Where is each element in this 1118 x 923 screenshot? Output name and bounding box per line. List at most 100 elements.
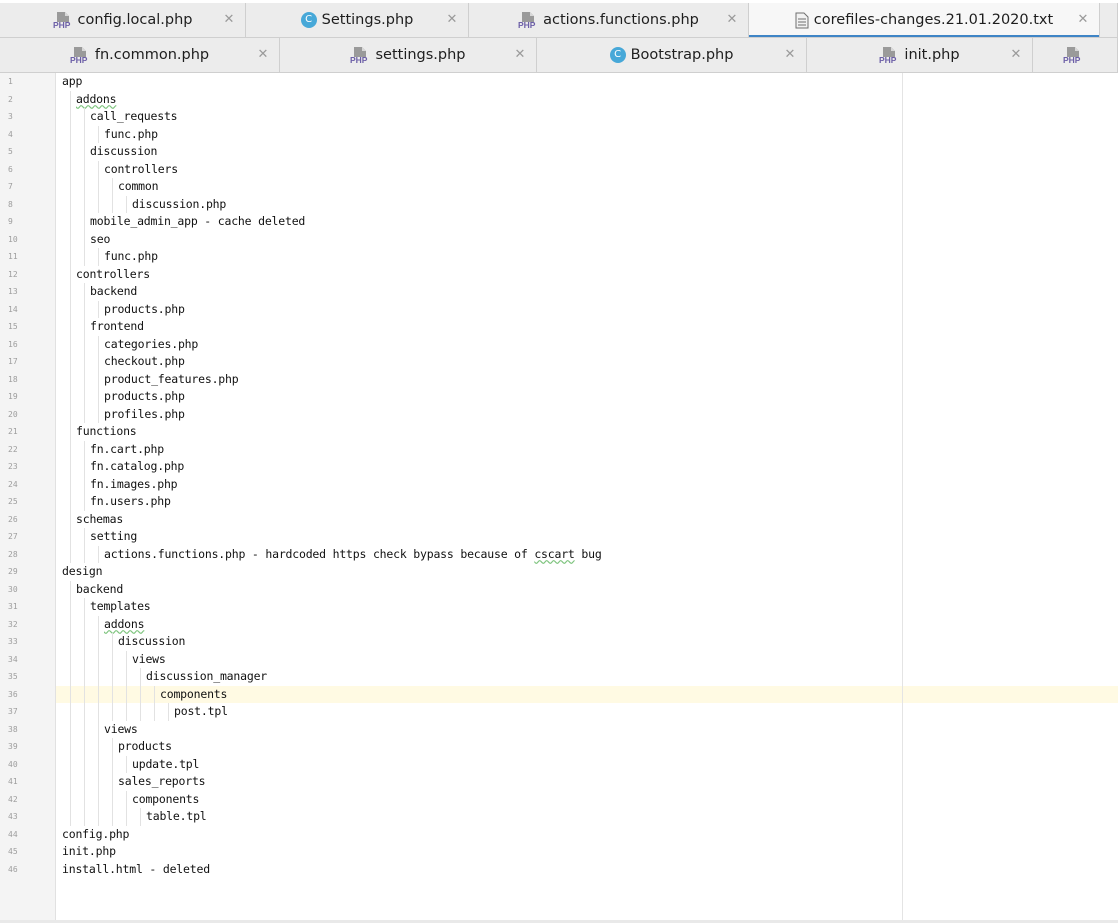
code-line[interactable]: 35 discussion_manager — [0, 668, 1118, 686]
code-line[interactable]: 18 product_features.php — [0, 370, 1118, 388]
indent-guide — [126, 790, 127, 808]
indent-guide — [98, 125, 99, 143]
line-number: 32 — [8, 619, 18, 629]
code-line[interactable]: 34 views — [0, 650, 1118, 668]
indent-guide — [84, 720, 85, 738]
line-number: 13 — [8, 287, 18, 296]
indent-guide — [140, 703, 141, 721]
close-icon[interactable]: ✕ — [221, 11, 237, 27]
line-number: 4 — [8, 129, 13, 139]
code-line[interactable]: 9 mobile_admin_app - cache deleted — [0, 213, 1118, 231]
code-line[interactable]: 16 categories.php — [0, 335, 1118, 353]
code-line[interactable]: 46 install.html - deleted — [0, 861, 1118, 879]
tab-actions-functions-php[interactable]: PHP actions.functions.php ✕ — [469, 3, 749, 37]
code-line[interactable]: 26 schemas — [0, 510, 1118, 528]
indent-guide — [70, 108, 71, 126]
code-text: post.tpl — [174, 704, 228, 718]
close-icon[interactable]: ✕ — [512, 46, 528, 62]
code-line[interactable]: 41 sales_reports — [0, 773, 1118, 791]
code-text: backend — [76, 581, 124, 596]
indent-guide — [70, 230, 71, 248]
code-line[interactable]: 42 components — [0, 790, 1118, 808]
line-number: 6 — [8, 164, 13, 174]
code-line[interactable]: 15 frontend — [0, 318, 1118, 336]
code-text: design — [62, 564, 103, 578]
code-line[interactable]: 31 templates — [0, 598, 1118, 616]
indent-guide — [84, 318, 85, 336]
code-line[interactable]: 27 setting — [0, 528, 1118, 546]
indent-guide — [98, 790, 99, 808]
code-line[interactable]: 38 views — [0, 720, 1118, 738]
code-line[interactable]: 44 config.php — [0, 826, 1118, 844]
code-line[interactable]: 21 functions — [0, 423, 1118, 441]
indent-guide — [70, 720, 71, 738]
tab-bootstrap-php[interactable]: C Bootstrap.php ✕ — [537, 38, 807, 72]
code-line[interactable]: 37 post.tpl — [0, 703, 1118, 721]
code-line[interactable]: 22 fn.cart.php — [0, 440, 1118, 458]
code-line[interactable]: 7 common — [0, 178, 1118, 196]
code-line[interactable]: 36 components — [0, 685, 1118, 703]
code-line[interactable]: 1 app — [0, 73, 1118, 91]
code-text: controllers — [76, 266, 150, 281]
code-line[interactable]: 2 addons — [0, 90, 1118, 108]
close-icon[interactable]: ✕ — [1008, 46, 1024, 62]
indent-guide — [98, 668, 99, 686]
code-line[interactable]: 3 call_requests — [0, 108, 1118, 126]
text-editor[interactable]: 1 app 2 addons 3 call_requests 4 func.php 5 discu… — [0, 73, 1118, 920]
code-line[interactable]: 33 discussion — [0, 633, 1118, 651]
tab-settings-php[interactable]: PHP settings.php ✕ — [280, 38, 537, 72]
code-text: checkout.php — [104, 354, 185, 368]
close-icon[interactable]: ✕ — [724, 11, 740, 27]
code-line[interactable]: 30 backend — [0, 580, 1118, 598]
code-line[interactable]: 28 actions.functions.php - hardcoded http… — [0, 545, 1118, 563]
indent-guide — [112, 738, 113, 756]
text-file-icon — [795, 12, 809, 29]
code-line[interactable]: 14 products.php — [0, 300, 1118, 318]
code-line[interactable]: 5 discussion — [0, 143, 1118, 161]
indent-guide — [84, 213, 85, 231]
code-line[interactable]: 17 checkout.php — [0, 353, 1118, 371]
tab-overflow[interactable] — [1100, 3, 1118, 37]
tab-config-local-php[interactable]: PHP config.local.php ✕ — [0, 3, 246, 37]
code-line[interactable]: 10 seo — [0, 230, 1118, 248]
indent-guide — [98, 178, 99, 196]
code-line[interactable]: 40 update.tpl — [0, 755, 1118, 773]
code-line[interactable]: 6 controllers — [0, 160, 1118, 178]
code-line[interactable]: 24 fn.images.php — [0, 475, 1118, 493]
line-number: 46 — [8, 864, 18, 874]
indent-guide — [70, 545, 71, 563]
code-line[interactable]: 43 table.tpl — [0, 808, 1118, 826]
indent-guide — [70, 283, 71, 301]
tab-init-php[interactable]: PHP init.php ✕ — [807, 38, 1033, 72]
code-line[interactable]: 25 fn.users.php — [0, 493, 1118, 511]
close-icon[interactable]: ✕ — [255, 46, 271, 62]
close-icon[interactable]: ✕ — [444, 11, 460, 27]
code-line[interactable]: 4 func.php — [0, 125, 1118, 143]
indent-guide — [84, 160, 85, 178]
indent-guide — [98, 615, 99, 633]
svg-text:PHP: PHP — [518, 20, 536, 29]
code-line[interactable]: 32 addons — [0, 615, 1118, 633]
svg-text:PHP: PHP — [879, 55, 897, 64]
indent-guide — [112, 178, 113, 196]
code-line[interactable]: 12 controllers — [0, 265, 1118, 283]
close-icon[interactable]: ✕ — [1075, 11, 1091, 27]
tab-overflow[interactable]: PHP — [1033, 38, 1118, 72]
code-line[interactable]: 29 design — [0, 563, 1118, 581]
code-text: product_features.php — [104, 371, 239, 386]
line-number: 34 — [8, 654, 18, 664]
code-line[interactable]: 8 discussion.php — [0, 195, 1118, 213]
code-line[interactable]: 19 products.php — [0, 388, 1118, 406]
code-line[interactable]: 11 func.php — [0, 248, 1118, 266]
code-line[interactable]: 45 init.php — [0, 843, 1118, 861]
code-line[interactable]: 20 profiles.php — [0, 405, 1118, 423]
tab-corefiles-changes-21-01-2020-txt[interactable]: corefiles-changes.21.01.2020.txt ✕ — [749, 3, 1100, 37]
code-line[interactable]: 13 backend — [0, 283, 1118, 301]
tab-fn-common-php[interactable]: PHP fn.common.php ✕ — [0, 38, 280, 72]
code-line[interactable]: 39 products — [0, 738, 1118, 756]
close-icon[interactable]: ✕ — [782, 46, 798, 62]
code-line[interactable]: 23 fn.catalog.php — [0, 458, 1118, 476]
code-text: fn.catalog.php — [90, 459, 185, 473]
tab-settings-php[interactable]: C Settings.php ✕ — [246, 3, 469, 37]
indent-guide — [126, 650, 127, 668]
